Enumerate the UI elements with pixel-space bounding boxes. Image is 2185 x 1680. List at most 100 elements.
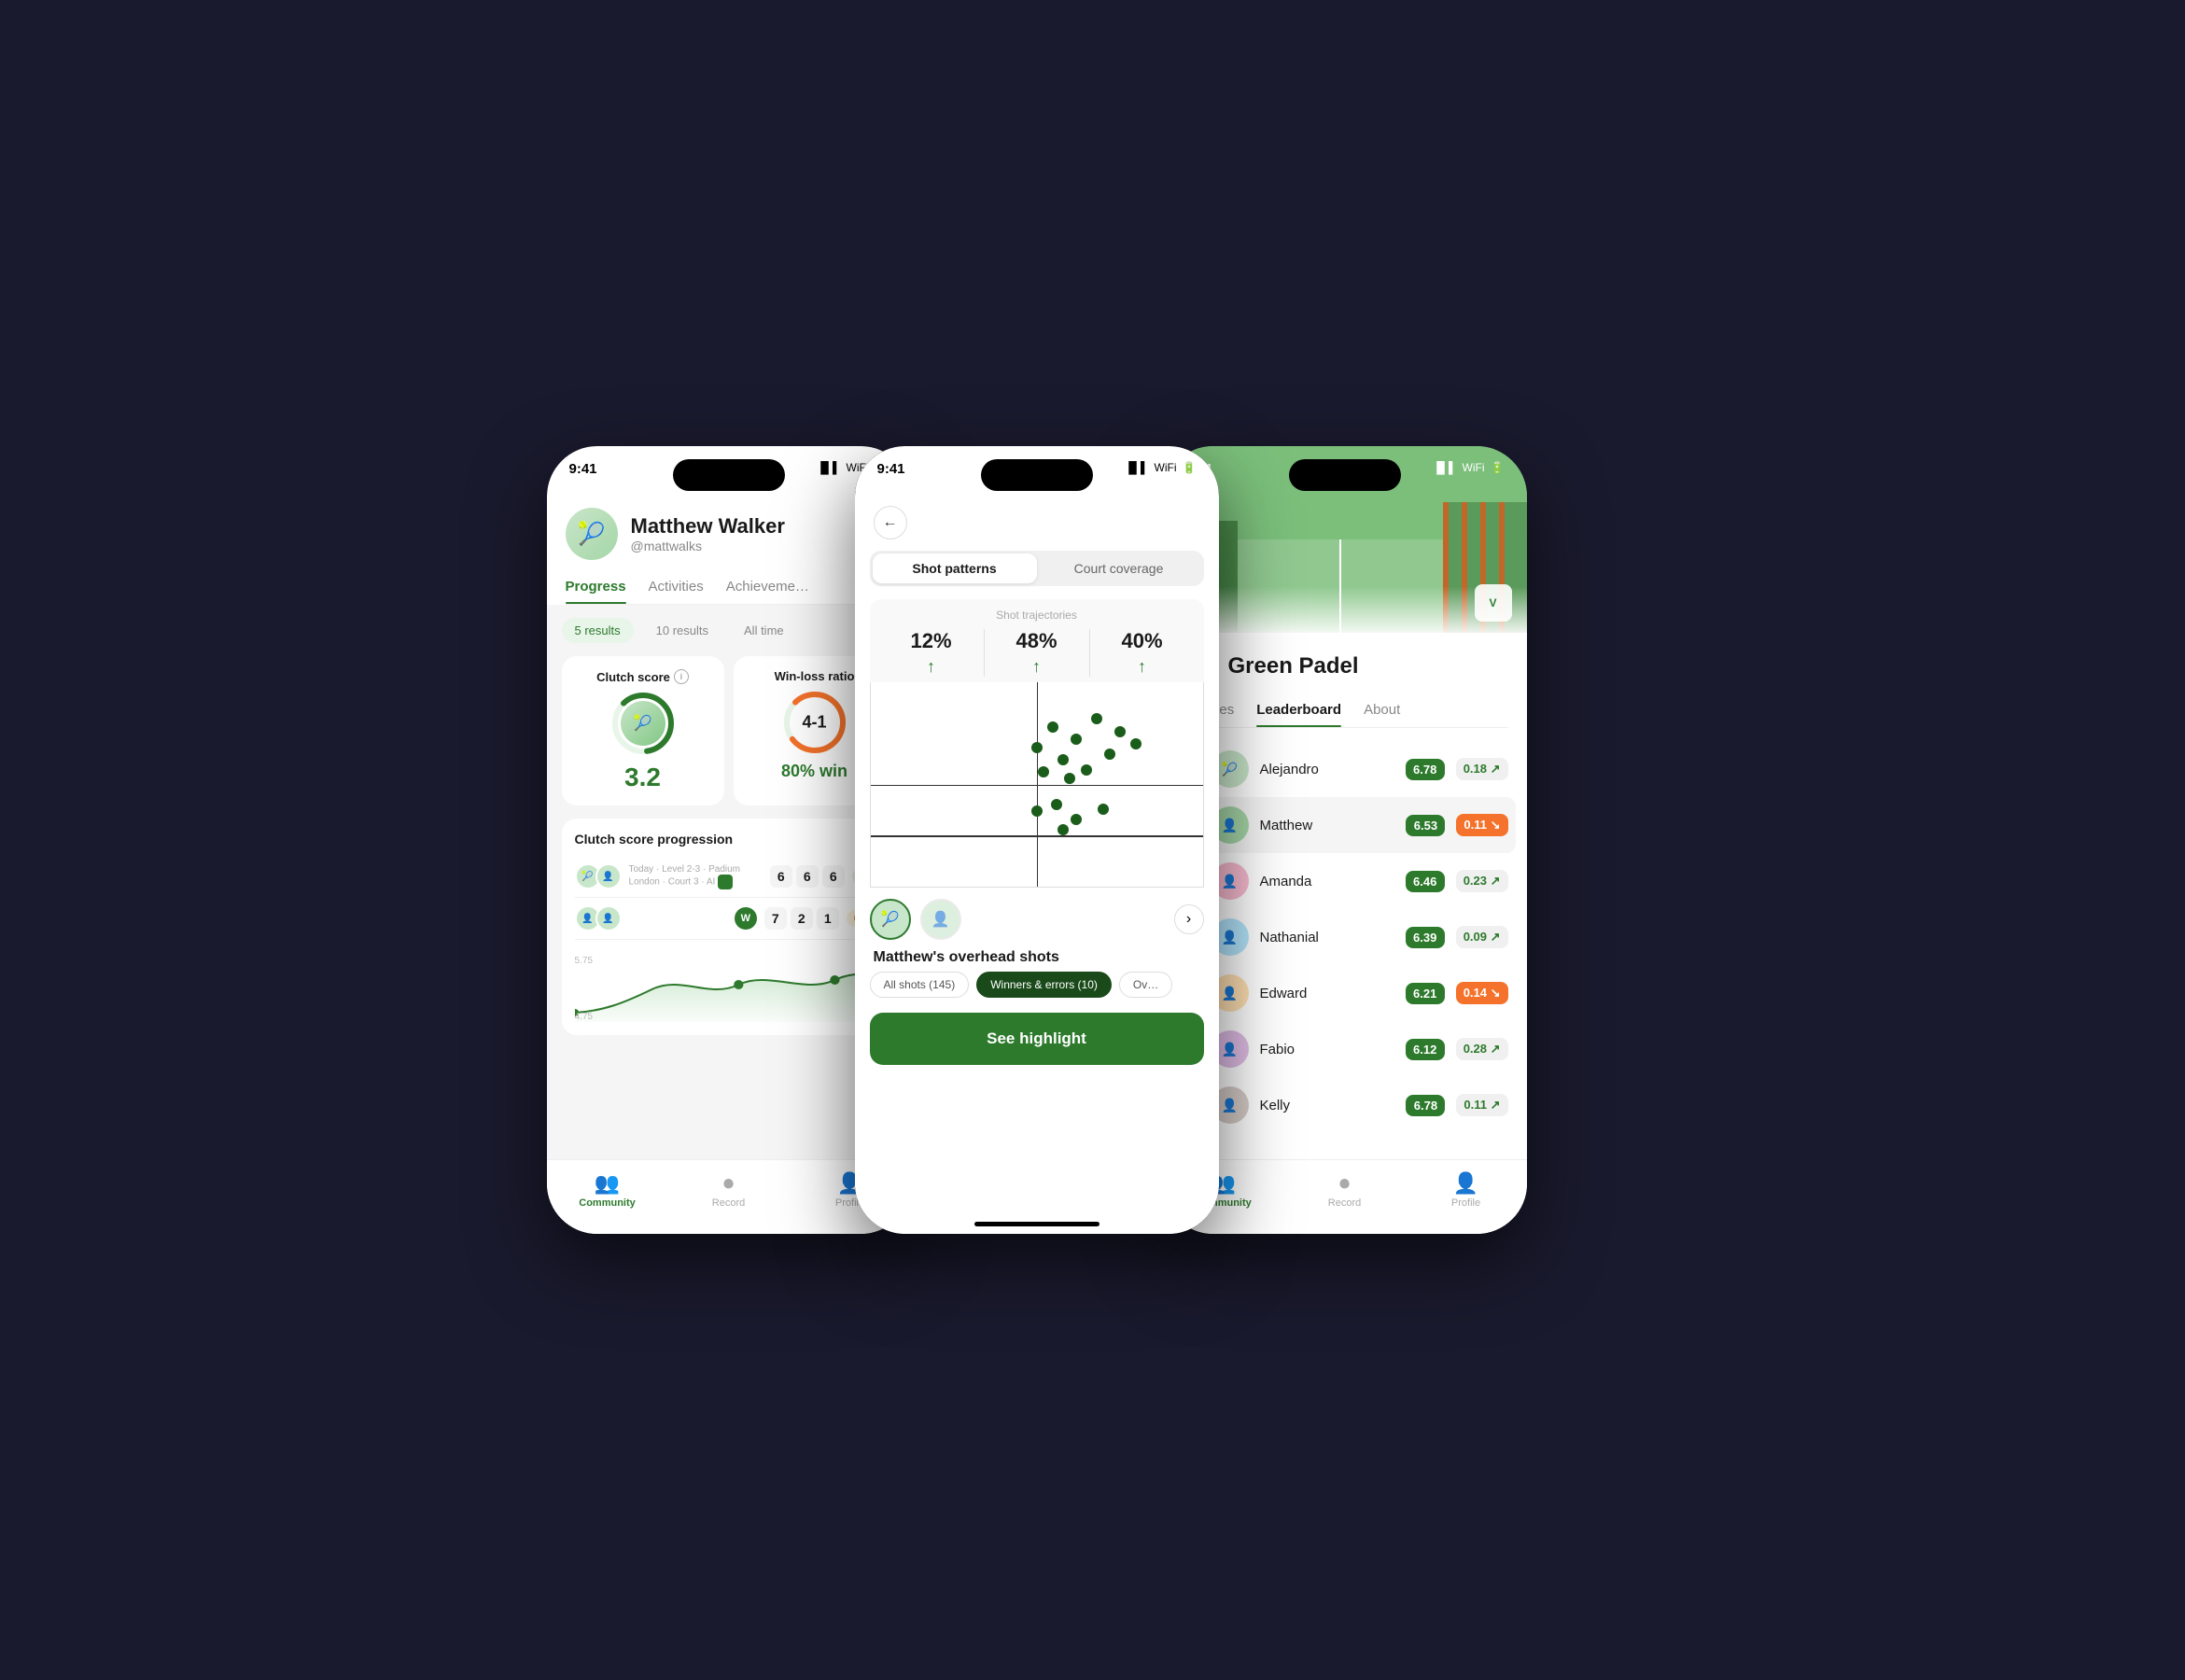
match-avatar-2b: 👤 <box>595 905 622 931</box>
win-pct-value: 80% win <box>781 762 847 781</box>
nav-community-1[interactable]: 👥 Community <box>547 1171 668 1209</box>
mini-chart: 5.75 4.75 <box>575 947 883 1022</box>
lb-row-1: 1 🎾 Alejandro 6.78 0.18 ↗ <box>1182 741 1508 797</box>
filter-10-results[interactable]: 10 results <box>643 618 721 643</box>
tab-achievements[interactable]: Achieveme… <box>726 571 809 604</box>
profile-icon-3: 👤 <box>1453 1171 1478 1196</box>
p2-content: ← Shot patterns Court coverage Shot traj… <box>855 497 1219 1234</box>
shot-dot-4 <box>1071 734 1082 745</box>
shot-dot-15 <box>1098 804 1109 815</box>
traj-arrow-1: ↑ <box>927 657 935 677</box>
signal-icon-1: ▐▌▌ <box>817 461 841 474</box>
profile-row: 🎾 Matthew Walker @mattwalks E <box>566 508 892 560</box>
record-label-1: Record <box>712 1197 745 1209</box>
clutch-title: Clutch score i <box>596 669 689 684</box>
traj-pct-3: 40% <box>1121 629 1162 653</box>
filter-winners-errors[interactable]: Winners & errors (10) <box>976 972 1112 998</box>
progression-title: Clutch score progression <box>575 832 883 847</box>
signal-icon-2: ▐▌▌ <box>1125 461 1149 474</box>
tab-shot-patterns[interactable]: Shot patterns <box>873 553 1037 583</box>
filter-5-results[interactable]: 5 results <box>562 618 634 643</box>
score-nums-2: 7 2 1 <box>764 907 839 930</box>
tab-about[interactable]: About <box>1364 694 1400 727</box>
lb-name-6: Kelly <box>1260 1098 1395 1113</box>
filter-all-shots[interactable]: All shots (145) <box>870 972 970 998</box>
nav-record-1[interactable]: ⏺ Record <box>668 1171 790 1209</box>
shot-dot-11 <box>1064 773 1075 784</box>
shot-dot-13 <box>1051 799 1062 810</box>
shots-title: Matthew's overhead shots <box>855 940 1219 972</box>
profile-tabs: Progress Activities Achieveme… <box>566 571 892 605</box>
tab-progress[interactable]: Progress <box>566 571 626 604</box>
tab-leaderboard[interactable]: Leaderboard <box>1256 694 1341 727</box>
lb-score-2: 6.53 <box>1406 815 1445 836</box>
shot-dot-9 <box>1038 766 1049 777</box>
wl-ratio-value: 4-1 <box>802 713 826 733</box>
tab-activities[interactable]: Activities <box>649 571 704 604</box>
shots-filters: All shots (145) Winners & errors (10) Ov… <box>855 972 1219 1009</box>
tab-court-coverage[interactable]: Court coverage <box>1037 553 1201 583</box>
score-2c: 1 <box>817 907 839 930</box>
nav-profile-3[interactable]: 👤 Profile <box>1406 1171 1527 1209</box>
match-avatars-1: 🎾 👤 <box>575 863 622 889</box>
shot-dot-8 <box>1130 738 1142 749</box>
court-diagram <box>870 682 1204 888</box>
lb-change-4: 0.09 ↗ <box>1456 926 1508 948</box>
status-right-3: ▐▌▌ WiFi 🔋 <box>1433 461 1504 474</box>
lb-name-5b: Fabio <box>1260 1042 1394 1057</box>
community-icon-1: 👥 <box>595 1171 620 1196</box>
shot-dot-2 <box>1091 713 1102 724</box>
player-sel-2[interactable]: 👤 <box>920 899 961 940</box>
see-highlight-button[interactable]: See highlight <box>870 1013 1204 1065</box>
lb-row-5b: 5 👤 Fabio 6.12 0.28 ↗ <box>1182 1021 1508 1077</box>
wl-ring: 4-1 <box>781 689 848 756</box>
shot-dot-14 <box>1071 814 1082 825</box>
profile-info: Matthew Walker @mattwalks <box>631 514 785 553</box>
score-nums-1: 6 6 6 <box>770 865 845 888</box>
shot-dot-16 <box>1057 824 1069 835</box>
wifi-icon-2: WiFi <box>1155 461 1177 474</box>
lb-name-2: Matthew <box>1260 818 1395 833</box>
dynamic-island-1 <box>673 459 785 491</box>
trajectory-cols: 12% ↑ 48% ↑ 40% ↑ <box>879 629 1195 677</box>
score-1a: 6 <box>770 865 792 888</box>
back-button[interactable]: ← <box>874 506 907 539</box>
shot-dot-5 <box>1114 726 1126 737</box>
lb-score-1: 6.78 <box>1406 759 1445 780</box>
lb-name-3: Amanda <box>1260 874 1394 889</box>
record-icon-1: ⏺ <box>723 1171 734 1196</box>
lb-row-6: 6 👤 Kelly 6.78 0.11 ↗ <box>1182 1077 1508 1133</box>
traj-arrow-3: ↑ <box>1138 657 1146 677</box>
chart-label-475: 4.75 <box>575 1012 593 1022</box>
traj-col-3: 40% ↑ <box>1090 629 1195 677</box>
info-icon[interactable]: i <box>674 669 689 684</box>
match-meta-1: Today · Level 2-3 · Padium London · Cour… <box>629 864 763 889</box>
traj-pct-1: 12% <box>910 629 951 653</box>
clutch-avatar: 🎾 <box>621 701 665 746</box>
lb-score-4: 6.39 <box>1406 927 1445 948</box>
shot-dot-12 <box>1031 805 1043 817</box>
username: @mattwalks <box>631 539 785 553</box>
dynamic-island-3 <box>1289 459 1401 491</box>
player-sel-1[interactable]: 🎾 <box>870 899 911 940</box>
filter-all-time[interactable]: All time <box>731 618 797 643</box>
p2-header: ← <box>855 497 1219 539</box>
record-icon-3: ⏺ <box>1339 1171 1350 1196</box>
next-player-button[interactable]: › <box>1174 904 1204 934</box>
lb-change-3: 0.23 ↗ <box>1456 870 1508 892</box>
wifi-icon-3: WiFi <box>1463 461 1485 474</box>
lb-change-1: 0.18 ↗ <box>1456 758 1508 780</box>
clutch-ring: 🎾 <box>609 690 677 757</box>
filter-overheads[interactable]: Ov… <box>1119 972 1172 998</box>
avatar: 🎾 <box>566 508 618 560</box>
lb-change-6: 0.11 ↗ <box>1456 1094 1507 1116</box>
score-1b: 6 <box>796 865 819 888</box>
match-row-2: 👤 👤 W 7 2 1 0.11 <box>575 898 883 940</box>
traj-pct-2: 48% <box>1015 629 1057 653</box>
profile-label-3: Profile <box>1451 1197 1480 1209</box>
shot-dot-3 <box>1031 742 1043 753</box>
trajectories-section: Shot trajectories 12% ↑ 48% ↑ 40% ↑ <box>870 599 1204 682</box>
progression-card: Clutch score progression 🎾 👤 Today · Lev… <box>562 819 896 1035</box>
shot-dot-10 <box>1081 764 1092 776</box>
nav-record-3[interactable]: ⏺ Record <box>1284 1171 1406 1209</box>
